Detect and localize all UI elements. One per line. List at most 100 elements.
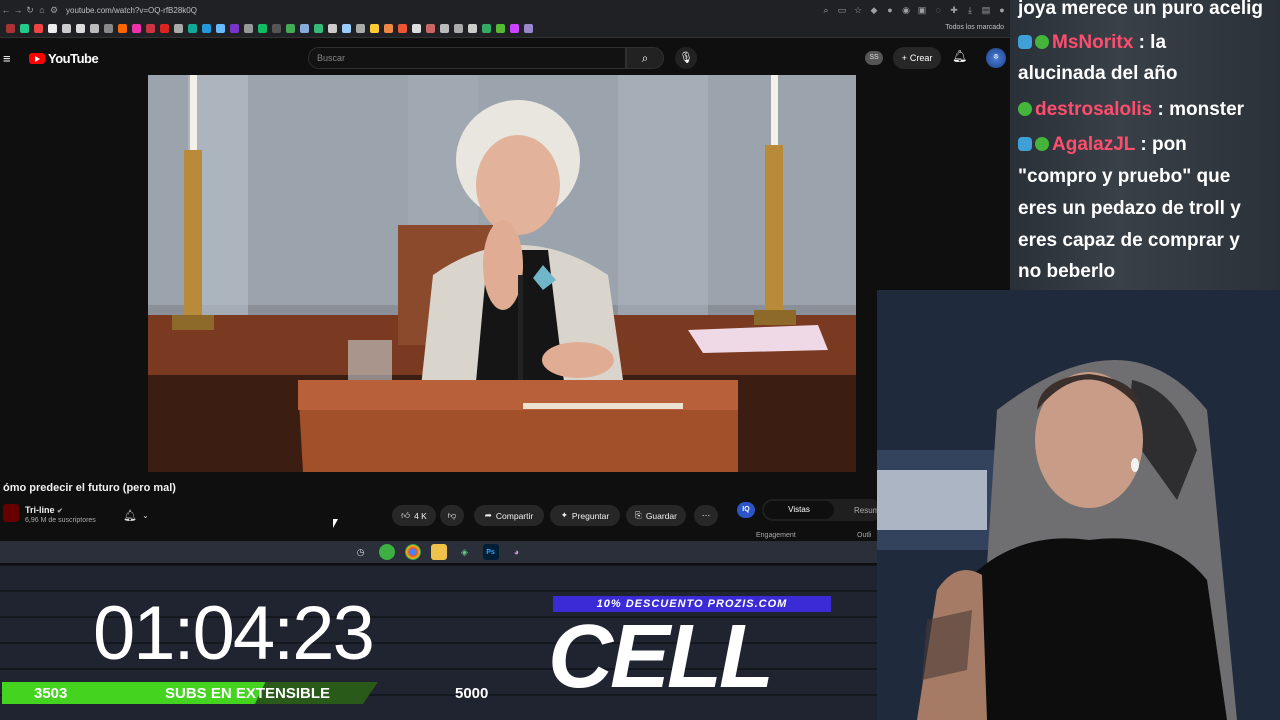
search-input[interactable]: Buscar [308,47,626,69]
account-avatar[interactable]: ꔮ [986,48,1006,68]
app-icon[interactable]: ◕ [509,544,525,560]
bookmark-icon[interactable] [146,24,155,33]
extension-icon[interactable]: ◉ [898,5,914,16]
bookmark-icon[interactable] [524,24,533,33]
bookmark-icon[interactable] [398,24,407,33]
tab-resumen[interactable]: Resum [834,506,879,515]
subs-label: SUBS EN EXTENSIBLE [165,685,331,702]
bell-icon: 🔔︎ [123,509,138,522]
bookmark-icon[interactable] [202,24,211,33]
bookmark-icon[interactable] [104,24,113,33]
bookmark-icon[interactable] [216,24,225,33]
microphone-icon[interactable]: 🎙 [675,47,697,69]
bookmark-icon[interactable] [258,24,267,33]
profile-icon[interactable]: ● [994,5,1010,15]
notifications-bell-icon[interactable]: 🔔︎ [952,49,967,63]
extensions-puzzle-icon[interactable]: ✚ [946,5,962,16]
site-info-icon[interactable]: ⚙ [48,5,60,16]
zoom-icon[interactable]: ⌕ [818,5,834,16]
hamburger-menu-icon[interactable]: ≡ [3,51,17,66]
bookmark-icon[interactable] [230,24,239,33]
bookmark-icon[interactable] [342,24,351,33]
url-field[interactable]: youtube.com/watch?v=OQ-rfB28k0Q [66,6,818,15]
bookmark-icon[interactable] [412,24,421,33]
dislike-button[interactable]: 👎︎ [440,505,464,526]
extension-badge[interactable]: SS [865,51,883,65]
save-button[interactable]: ⎘ Guardar [626,505,686,526]
extension-icon[interactable]: ◆ [866,5,882,16]
like-count: 4 K [414,510,427,521]
share-button[interactable]: ➦ Compartir [474,505,544,526]
channel-name[interactable]: Tri-line ✔ [25,505,63,515]
channel-avatar[interactable] [3,504,19,522]
bookmark-icon[interactable] [188,24,197,33]
bookmark-icon[interactable] [328,24,337,33]
bookmark-icon[interactable] [132,24,141,33]
bookmark-star-icon[interactable]: ☆ [850,5,866,16]
bookmark-icon[interactable] [468,24,477,33]
bookmark-icon[interactable] [272,24,281,33]
bookmark-icon[interactable] [76,24,85,33]
bookmark-icon: ⎘ [635,510,642,520]
chat-username[interactable]: destrosalolis [1035,99,1158,120]
chrome-icon[interactable] [404,544,421,560]
bookmark-icon[interactable] [174,24,183,33]
extension-icon[interactable]: ● [882,5,898,15]
bookmark-icon[interactable] [510,24,519,33]
bookmark-icon[interactable] [62,24,71,33]
bookmarks-bar: Todos los marcado [0,20,1010,38]
video-player[interactable] [148,75,856,472]
more-actions-button[interactable]: ⋯ [694,505,718,526]
file-explorer-icon[interactable] [430,544,447,560]
tab-vistas[interactable]: Vistas [764,501,834,519]
bookmark-icon[interactable] [356,24,365,33]
webcam-frame [877,290,1280,720]
ask-button[interactable]: ✦ Preguntar [550,505,620,526]
chat-message: "compro y pruebo" que [1018,161,1230,192]
reload-icon[interactable]: ↻ [24,5,36,16]
bookmark-icon[interactable] [426,24,435,33]
all-bookmarks-folder[interactable]: Todos los marcado [945,24,1004,31]
chat-username[interactable]: AgalazJL [1052,134,1140,155]
back-icon[interactable]: ← [0,5,12,15]
spotify-icon[interactable] [378,544,395,560]
bookmark-icon[interactable] [48,24,57,33]
photoshop-icon[interactable]: Ps [482,544,499,560]
create-button[interactable]: + Crear [893,47,941,69]
search-icon[interactable]: ⌕ [626,47,664,69]
bookmark-icon[interactable] [286,24,295,33]
chat-message: eres un pedazo de troll y [1018,193,1241,224]
bookmark-icon[interactable] [90,24,99,33]
bookmark-icon[interactable] [160,24,169,33]
bookmark-icon[interactable] [370,24,379,33]
extension-icon[interactable]: ▣ [914,5,930,16]
like-button[interactable]: 👍︎ 4 K [392,505,436,526]
forward-icon[interactable]: → [12,5,24,15]
bookmark-icon[interactable] [454,24,463,33]
clock-app-icon[interactable]: ◷ [353,544,369,560]
panel-tabs: Vistas Resum [762,499,882,521]
home-icon[interactable]: ⌂ [36,5,48,15]
bookmark-icon[interactable] [6,24,15,33]
bookmark-icon[interactable] [118,24,127,33]
bookmark-icon[interactable] [496,24,505,33]
bookmark-icon[interactable] [300,24,309,33]
iq-badge[interactable]: IQ [737,502,755,518]
download-icon[interactable]: ⤓ [962,5,978,16]
bookmark-icon[interactable] [384,24,393,33]
bookmark-icon[interactable] [314,24,323,33]
chat-username[interactable]: MsNoritx [1052,32,1139,53]
youtube-logo[interactable]: YouTube [29,51,99,66]
notification-toggle[interactable]: 🔔︎ ⌄ [116,505,156,525]
create-label: Crear [909,53,933,63]
bookmark-icon[interactable] [440,24,449,33]
extension-icon[interactable]: ◌ [930,5,946,15]
app-icon[interactable]: ◈ [457,544,473,560]
sidebar-icon[interactable]: ▤ [978,5,994,16]
bookmark-icon[interactable] [482,24,491,33]
outline-label: Outli [857,532,872,539]
bookmark-icon[interactable] [34,24,43,33]
bookmark-icon[interactable] [20,24,29,33]
bookmark-icon[interactable] [244,24,253,33]
cast-icon[interactable]: ▭ [834,5,850,16]
